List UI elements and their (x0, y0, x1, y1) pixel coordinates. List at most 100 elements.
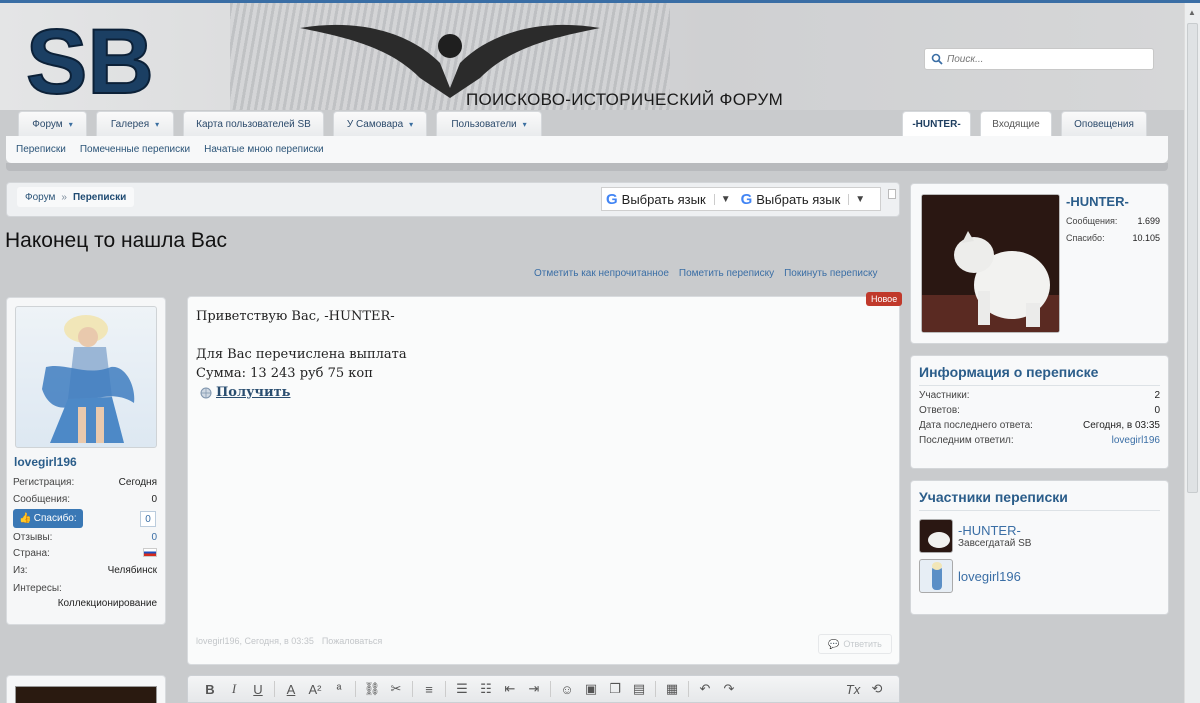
receive-payment-link[interactable]: Получить (216, 383, 290, 402)
underline-icon[interactable]: U (246, 682, 270, 697)
google-icon: G (606, 190, 618, 208)
page-icon (888, 189, 896, 199)
profile-username[interactable]: -HUNTER- (1066, 194, 1129, 209)
font-size-icon[interactable]: A² (303, 682, 327, 697)
row-label: Сообщения: (13, 494, 71, 505)
numbered-list-icon[interactable]: ☷ (474, 681, 498, 697)
undo-icon[interactable]: ↶ (693, 681, 717, 697)
scroll-up-icon[interactable]: ▲ (1188, 8, 1196, 17)
row-label: Интересы: (13, 583, 62, 594)
chevron-down-icon: ▾ (522, 119, 527, 129)
indent-icon[interactable]: ⇥ (522, 681, 546, 697)
star-conversation-link[interactable]: Пометить переписку (679, 268, 774, 279)
sender-row-messages: Сообщения: 0 (13, 494, 157, 505)
sender-row-feedback: Отзывы: 0 (13, 532, 157, 543)
tab-gallery[interactable]: Галерея ▾ (96, 111, 174, 136)
mark-unread-link[interactable]: Отметить как непрочитанное (534, 268, 669, 279)
reply-button[interactable]: 💬 Ответить (818, 634, 892, 654)
bullet-list-icon[interactable]: ☰ (450, 681, 474, 697)
align-icon[interactable]: ≡ (417, 682, 441, 697)
avatar[interactable] (15, 306, 157, 448)
toggle-bbcode-icon[interactable]: ⟲ (865, 681, 889, 697)
tab-label: Входящие (992, 118, 1040, 130)
avatar (15, 686, 157, 703)
google-translate-widget: G Выбрать язык ▼ G Выбрать язык ▼ (601, 187, 881, 211)
participant-title: Завсегдатай SB (958, 538, 1032, 549)
tab-account-hunter[interactable]: -HUNTER- (902, 111, 971, 136)
profile-avatar-image (922, 195, 1059, 332)
tab-users[interactable]: Пользователи ▾ (436, 111, 542, 136)
toolbar-divider (655, 681, 656, 697)
tab-label: Галерея (110, 118, 150, 130)
link-icon[interactable]: ⛓ (360, 681, 384, 697)
svg-text:SB: SB (26, 11, 154, 106)
participant-item[interactable]: lovegirl196 (919, 557, 1160, 595)
font-family-icon[interactable]: ª (327, 682, 351, 697)
bold-icon[interactable]: B (198, 682, 222, 697)
row-label: Участники: (919, 390, 970, 401)
tab-forum[interactable]: Форум ▾ (18, 111, 87, 136)
subnav-started[interactable]: Начатые мною переписки (204, 144, 324, 155)
tab-label: Пользователи (451, 118, 517, 130)
remove-format-icon[interactable]: Tx (841, 682, 865, 697)
search-input[interactable] (947, 53, 1147, 65)
tab-inbox[interactable]: Входящие (980, 111, 1052, 136)
tab-alerts[interactable]: Оповещения (1061, 111, 1147, 136)
breadcrumb-current[interactable]: Переписки (73, 192, 126, 203)
thanks-count: 0 (140, 511, 156, 527)
media-icon[interactable]: ❐ (603, 681, 627, 697)
row-label: Отзывы: (13, 532, 53, 543)
language-select-2[interactable]: G Выбрать язык ▼ (737, 188, 872, 210)
outdent-icon[interactable]: ⇤ (498, 681, 522, 697)
language-select-1[interactable]: G Выбрать язык ▼ (602, 188, 737, 210)
tab-user-map[interactable]: Карта пользователей SB (183, 111, 324, 136)
toolbar-divider (412, 681, 413, 697)
report-link[interactable]: Пожаловаться (322, 636, 382, 646)
google-icon: G (740, 190, 753, 208)
tab-label: -HUNTER- (912, 118, 961, 130)
breadcrumb-home[interactable]: Форум (25, 192, 55, 203)
subnav-conversations[interactable]: Переписки (16, 144, 66, 155)
row-value: Коллекционирование (57, 598, 157, 609)
row-label: Регистрация: (13, 477, 75, 488)
conversation-actions: Отметить как непрочитанное Пометить пере… (534, 268, 877, 279)
search-box[interactable] (924, 48, 1154, 70)
sb-logo[interactable]: SB (22, 11, 222, 106)
row-label: Страна: (13, 548, 50, 559)
thanks-button[interactable]: 👍 Спасибо: (13, 509, 83, 528)
image-icon[interactable]: ▣ (579, 681, 603, 697)
message-greeting: Приветствую Вас, -HUNTER- (196, 309, 395, 324)
redo-icon[interactable]: ↷ (717, 681, 741, 697)
chevron-down-icon: ▾ (68, 119, 73, 129)
editor-toolbar: B I U A A² ª ⛓ ✂ ≡ ☰ ☷ ⇤ ⇥ ☺ ▣ ❐ ▤ ▦ ↶ ↷… (187, 675, 900, 703)
sender-row-registration: Регистрация: Сегодня (13, 477, 157, 488)
participant-name[interactable]: lovegirl196 (958, 569, 1021, 584)
participant-name[interactable]: -HUNTER- (958, 523, 1031, 538)
avatar[interactable] (921, 194, 1060, 333)
italic-icon[interactable]: I (222, 681, 246, 697)
sender-username[interactable]: lovegirl196 (14, 455, 77, 469)
participant-item[interactable]: -HUNTER- Завсегдатай SB (919, 517, 1160, 555)
dropdown-arrow-icon: ▼ (848, 193, 865, 205)
tab-samovar[interactable]: У Самовара ▾ (333, 111, 427, 136)
code-icon[interactable]: ▤ (627, 681, 651, 697)
leave-conversation-link[interactable]: Покинуть переписку (784, 268, 877, 279)
sender-card: lovegirl196 Регистрация: Сегодня Сообщени… (6, 297, 166, 625)
breadcrumb: Форум » Переписки G Выбрать язык ▼ G Выб… (6, 182, 900, 217)
subnav-shadow (6, 163, 1168, 171)
last-replier-link[interactable]: lovegirl196 (1112, 435, 1160, 446)
save-draft-icon[interactable]: ▦ (660, 681, 684, 697)
font-color-icon[interactable]: A (279, 682, 303, 697)
page-scrollbar[interactable]: ▲ (1184, 3, 1200, 703)
chevron-down-icon: ▾ (155, 119, 160, 129)
info-row-participants: Участники: 2 (919, 390, 1160, 401)
subnav-starred[interactable]: Помеченные переписки (80, 144, 190, 155)
row-label: Спасибо: (1066, 233, 1105, 243)
smiley-icon[interactable]: ☺ (555, 682, 579, 697)
unlink-icon[interactable]: ✂ (384, 681, 408, 697)
participants-panel: Участники переписки -HUNTER- Завсегдатай… (910, 480, 1169, 615)
tab-label: У Самовара (346, 118, 404, 130)
thanks-label: Спасибо: (33, 513, 77, 524)
scrollbar-thumb[interactable] (1187, 23, 1198, 493)
profile-row-messages: Сообщения: 1.699 (1066, 216, 1160, 226)
